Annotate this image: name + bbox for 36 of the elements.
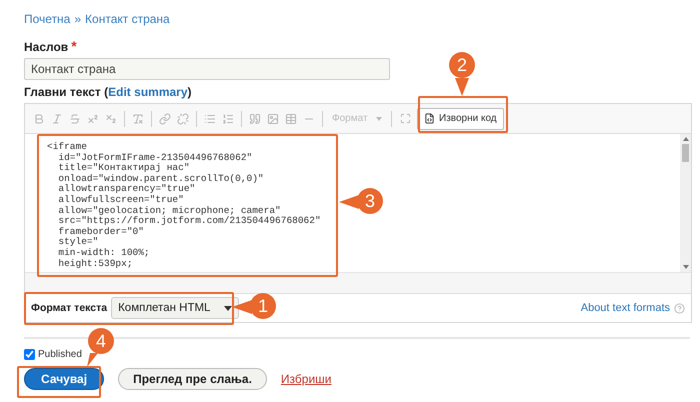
caret-icon [376,116,382,120]
required-mark: * [71,38,77,54]
code-line: min-width: 100%; [57,248,150,259]
about-text-formats-link[interactable]: About text formats [580,302,670,314]
code-line: title="Контактирај нас" [57,163,190,174]
text-format-select[interactable]: Комплетан HTML [111,297,240,319]
code-line: style=" [57,237,98,248]
published-checkbox[interactable] [24,349,35,360]
code-line: id="JotFormIFrame-213504496768062" [57,152,252,163]
code-line: allowtransparency="true" [57,184,196,195]
step-number-badge: 4 [88,328,114,354]
breadcrumb-separator: » [74,12,82,26]
code-line: height:539px; [57,258,133,270]
code-line: allow="geolocation; microphone; camera" [57,206,281,216]
edit-summary-link[interactable]: Edit summary [108,85,188,99]
code-line: allowfullscreen="true" [57,194,184,206]
help-icon[interactable] [674,302,685,314]
delete-link[interactable]: Избриши [280,372,332,386]
scrollbar[interactable] [680,134,691,272]
breadcrumb-link[interactable]: Контакт страна [85,12,170,26]
field-label: Наслов [24,40,68,54]
callout-pointer-icon [86,353,98,367]
text-format-label: Формат текста [31,302,108,314]
title-input[interactable]: Контакт страна [24,58,390,80]
code-line: frameborder="0" [57,226,144,237]
code-line: onload="window.parent.scrollTo(0,0)" [57,174,264,184]
breadcrumb-link[interactable]: Почетна [24,12,70,26]
preview-button[interactable]: Преглед пре слања. [118,368,267,390]
field-label: Главни текст (Edit summary) [24,85,192,99]
code-line: <iframe [47,142,87,153]
code-line: src="https://form.jotform.com/213504496768062" [57,216,321,227]
published-label: Published [38,349,82,360]
callout-pointer-icon [455,78,469,96]
document-code-icon [424,113,435,124]
source-button[interactable]: Изворни код [417,108,504,130]
save-button[interactable]: Сачувај [24,368,104,390]
